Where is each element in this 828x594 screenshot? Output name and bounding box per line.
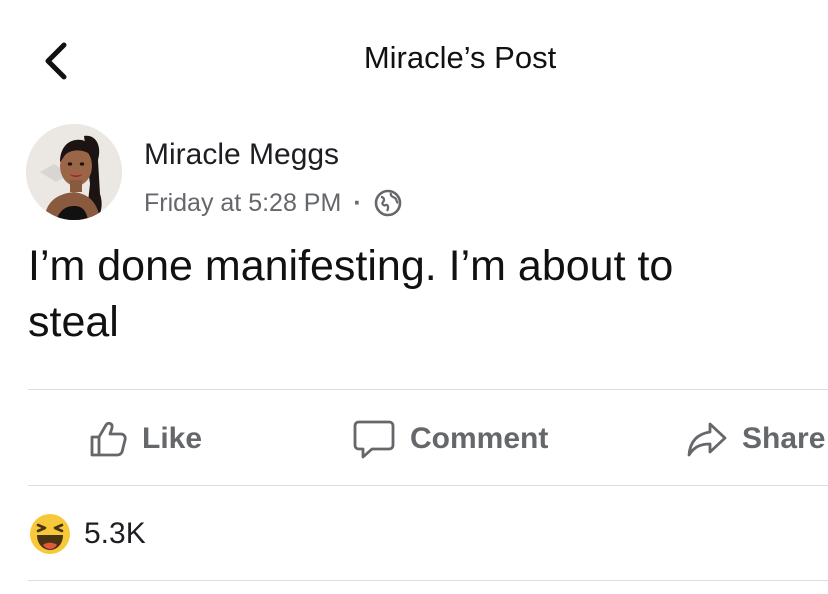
reaction-summary[interactable]: 5.3K — [28, 510, 146, 558]
post-body: I’m done manifesting. I’m about to steal — [28, 238, 828, 350]
comment-bubble-icon — [353, 420, 395, 459]
like-button[interactable]: Like — [88, 412, 202, 466]
header-bar: Miracle’s Post — [0, 0, 828, 120]
page-title: Miracle’s Post — [363, 40, 557, 75]
post-text-line: I’m done manifesting. I’m about to — [28, 242, 674, 290]
post-timestamp[interactable]: Friday at 5:28 PM — [144, 189, 341, 218]
post-screen: Miracle’s Post Miracle Meggs Friday at 5… — [0, 0, 828, 594]
divider — [28, 580, 828, 581]
post-meta: Friday at 5:28 PM · — [144, 183, 402, 223]
meta-separator: · — [353, 188, 362, 217]
share-button[interactable]: Share — [686, 412, 825, 466]
divider — [28, 485, 828, 486]
comment-button[interactable]: Comment — [352, 412, 548, 466]
thumbs-up-icon — [90, 421, 127, 457]
share-arrow-icon — [687, 422, 727, 457]
comment-label: Comment — [410, 422, 549, 455]
share-label: Share — [742, 422, 826, 455]
profile-photo — [26, 124, 122, 220]
like-label: Like — [142, 422, 203, 455]
author-avatar[interactable] — [26, 124, 122, 220]
author-name[interactable]: Miracle Meggs — [144, 138, 339, 172]
divider — [28, 389, 828, 390]
post-text-line: steal — [28, 298, 119, 346]
reaction-count: 5.3K — [84, 517, 146, 550]
haha-reaction-icon — [30, 514, 70, 554]
globe-icon — [374, 189, 401, 217]
